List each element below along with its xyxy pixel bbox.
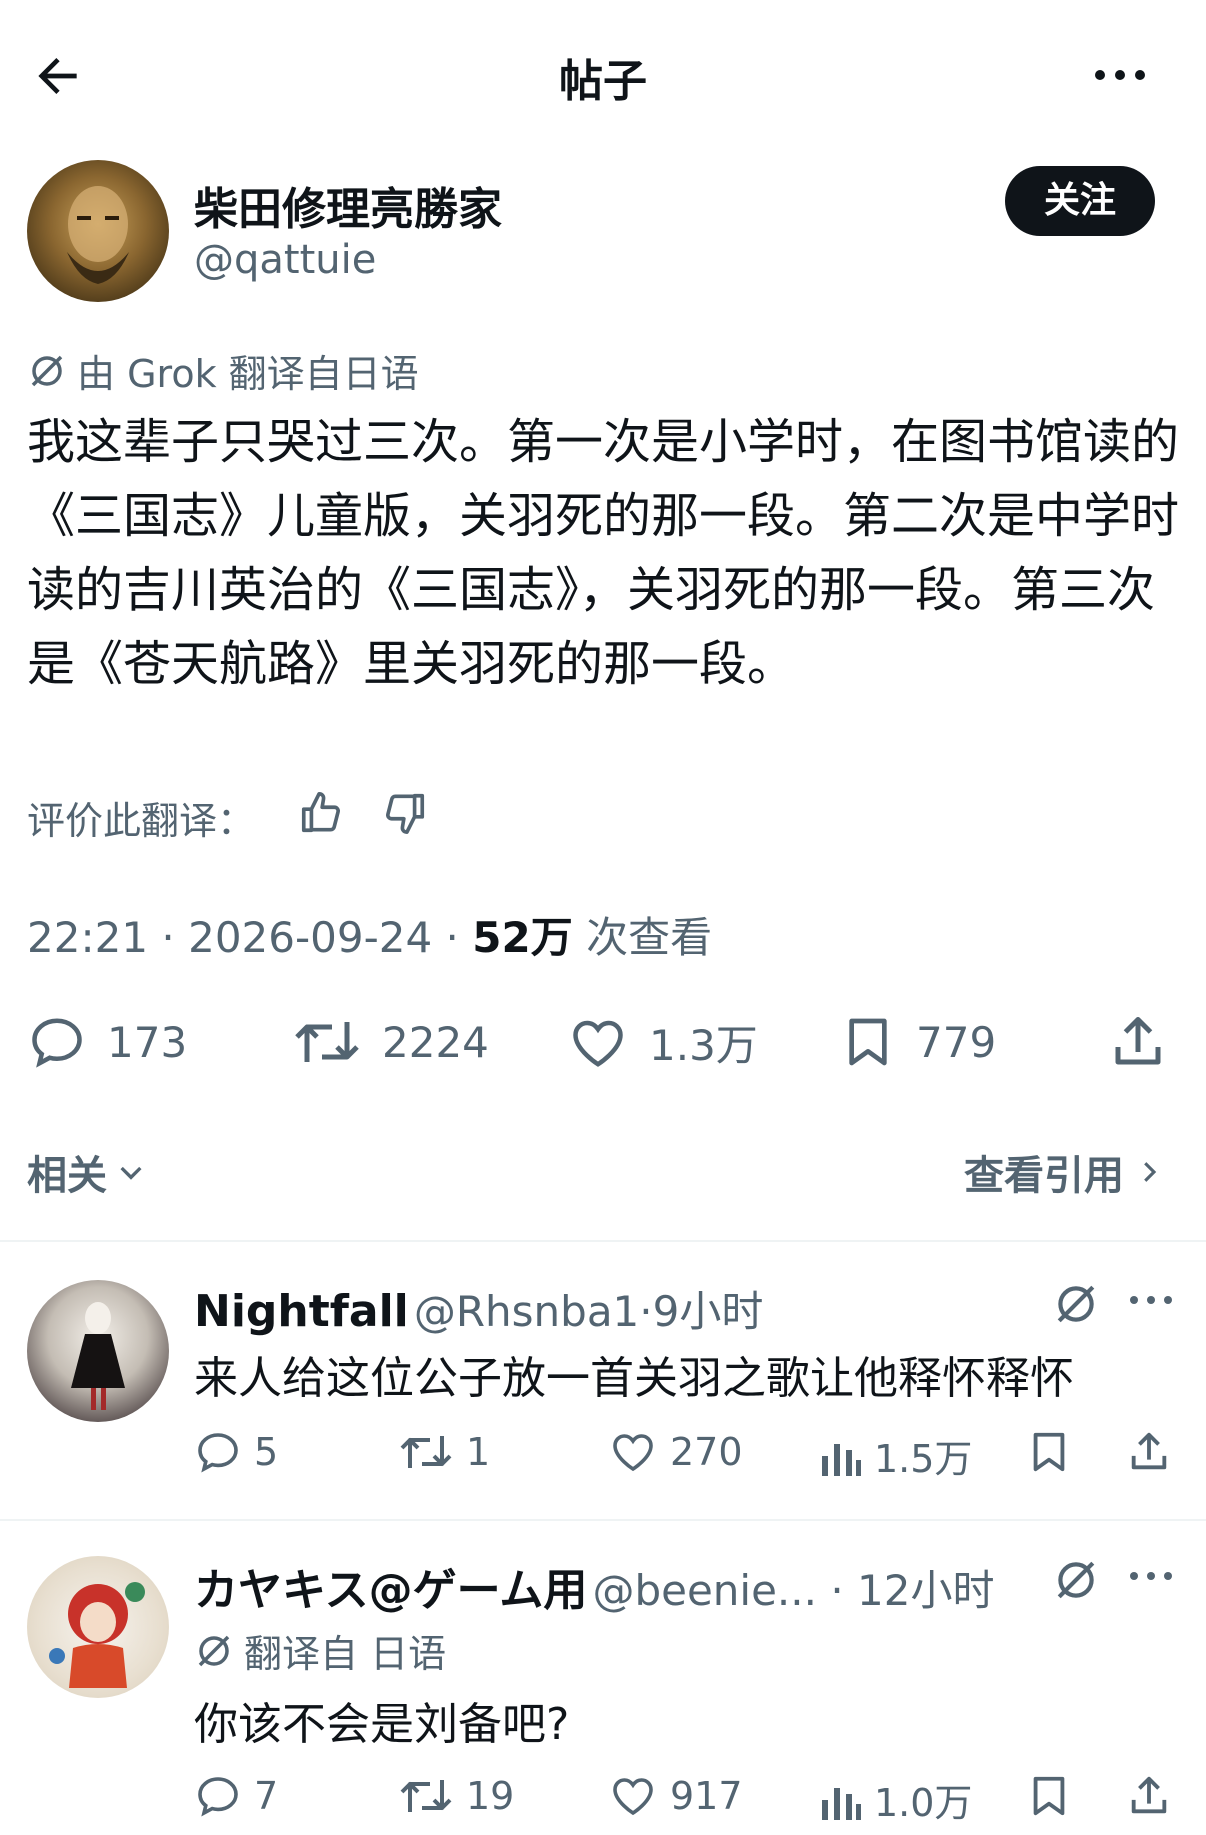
retweet-icon [398, 1428, 454, 1476]
like-count: 1.3万 [649, 1021, 758, 1070]
reply-avatar[interactable] [27, 1556, 169, 1698]
reply-time: 12小时 [857, 1566, 995, 1615]
reply-translation-note-text: 翻译自 日语 [244, 1632, 447, 1676]
reply-retweet-count: 19 [466, 1774, 515, 1818]
reply-view-count: 1.0万 [874, 1781, 973, 1825]
view-quotes-link[interactable]: 查看引用 [964, 1143, 1164, 1201]
heart-icon [608, 1772, 658, 1820]
bookmark-count: 779 [916, 1017, 997, 1067]
share-icon[interactable] [1108, 1012, 1168, 1072]
reply-author-handle[interactable]: @beenie... [592, 1566, 817, 1615]
reply-reply-button[interactable]: 7 [194, 1772, 278, 1820]
reply-author-name[interactable]: カヤキス@ゲーム用 [194, 1565, 587, 1616]
reply-icon [27, 1012, 87, 1072]
view-quotes-label: 查看引用 [964, 1153, 1124, 1199]
reply-header: カヤキス@ゲーム用 @beenie... · 12小时 [194, 1565, 995, 1616]
rate-translation-label: 评价此翻译： [27, 799, 256, 843]
retweet-button[interactable]: 2224 [292, 1012, 489, 1072]
retweet-count: 2224 [382, 1017, 489, 1067]
retweet-icon [292, 1012, 362, 1072]
tweet-meta: 22:21 · 2026-09-24 · 52万 次查看 [27, 913, 713, 962]
heart-icon [608, 1428, 658, 1476]
views-chart-icon [818, 1432, 862, 1480]
reply-translation-note: 翻译自 日语 [194, 1623, 446, 1678]
reply-retweet-count: 1 [466, 1430, 491, 1474]
bookmark-button[interactable]: 779 [840, 1012, 996, 1072]
translation-note-text: 由 Grok 翻译自日语 [77, 352, 419, 396]
reply-icon [194, 1772, 242, 1820]
tweet-text: 我这辈子只哭过三次。第一次是小学时，在图书馆读的《三国志》儿童版，关羽死的那一段… [27, 414, 1180, 692]
more-options-icon[interactable] [1090, 60, 1150, 90]
reply-like-button[interactable]: 917 [608, 1772, 743, 1820]
reply-count: 173 [107, 1017, 188, 1067]
bookmark-icon [840, 1012, 896, 1072]
author-avatar[interactable] [27, 160, 169, 302]
translate-icon [194, 1631, 234, 1671]
reply-button[interactable]: 173 [27, 1012, 187, 1072]
author-name[interactable]: 柴田修理亮勝家 [194, 173, 502, 237]
share-icon[interactable] [1126, 1428, 1172, 1476]
reply-like-button[interactable]: 270 [608, 1428, 743, 1476]
reply-text: 你该不会是刘备吧? [194, 1699, 570, 1750]
view-count: 52万 [472, 913, 573, 962]
heart-icon [567, 1013, 629, 1073]
translate-icon[interactable] [1052, 1556, 1100, 1604]
divider [0, 1519, 1206, 1521]
follow-button[interactable]: 关注 [1005, 166, 1155, 236]
reply-text: 来人给这位公子放一首关羽之歌让他释怀释怀 [194, 1353, 1074, 1404]
view-count-label: 次查看 [586, 913, 713, 962]
thumbs-down-icon[interactable] [382, 790, 428, 836]
views-chart-icon [818, 1776, 862, 1824]
reply-views-button[interactable]: 1.0万 [818, 1772, 972, 1827]
author-handle[interactable]: @qattuie [194, 237, 376, 283]
reply-like-count: 270 [670, 1430, 743, 1474]
tweet-time: 22:21 [27, 913, 149, 962]
share-icon[interactable] [1126, 1772, 1172, 1820]
reply-reply-count: 5 [254, 1430, 279, 1474]
reply-views-button[interactable]: 1.5万 [818, 1428, 972, 1483]
bookmark-icon[interactable] [1026, 1772, 1072, 1820]
related-dropdown[interactable]: 相关 [27, 1143, 147, 1201]
reply-author-name[interactable]: Nightfall [194, 1286, 409, 1337]
chevron-down-icon [115, 1156, 147, 1188]
reply-reply-button[interactable]: 5 [194, 1428, 278, 1476]
translate-icon[interactable] [1052, 1280, 1100, 1328]
divider [0, 1240, 1206, 1242]
like-button[interactable]: 1.3万 [567, 1012, 758, 1073]
translation-note: 由 Grok 翻译自日语 [27, 343, 419, 398]
retweet-icon [398, 1772, 454, 1820]
tweet-date: 2026-09-24 [188, 913, 433, 962]
reply-retweet-button[interactable]: 19 [398, 1772, 514, 1820]
reply-header: Nightfall @Rhsnba1·9小时 [194, 1286, 764, 1337]
reply-time: 9小时 [652, 1287, 764, 1336]
reply-view-count: 1.5万 [874, 1437, 973, 1481]
reply-icon [194, 1428, 242, 1476]
reply-reply-count: 7 [254, 1774, 279, 1818]
related-label: 相关 [27, 1153, 107, 1199]
bookmark-icon[interactable] [1026, 1428, 1072, 1476]
thumbs-up-icon[interactable] [298, 790, 344, 836]
translate-icon [27, 351, 67, 391]
chevron-right-icon [1134, 1155, 1164, 1189]
reply-like-count: 917 [670, 1774, 743, 1818]
reply-retweet-button[interactable]: 1 [398, 1428, 490, 1476]
reply-more-icon[interactable] [1128, 1566, 1174, 1586]
reply-author-handle[interactable]: @Rhsnba1 [414, 1287, 639, 1336]
reply-more-icon[interactable] [1128, 1290, 1174, 1310]
page-title: 帖子 [559, 56, 647, 107]
reply-avatar[interactable] [27, 1280, 169, 1422]
